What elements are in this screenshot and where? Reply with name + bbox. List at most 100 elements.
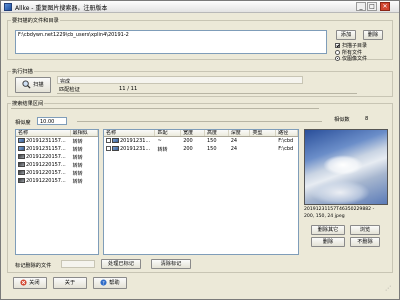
source-group-label: 要扫描的文件和目录	[11, 17, 60, 24]
scan-button[interactable]: 扫描	[15, 77, 51, 93]
row-path: F:\cbd	[278, 146, 294, 152]
col-r-name[interactable]: 名称	[104, 130, 156, 136]
row-depth: 24	[230, 146, 238, 152]
help-button[interactable]: ? 帮助	[93, 277, 127, 289]
table-row[interactable]: 20191220157... 转转	[16, 169, 98, 177]
table-row[interactable]: 20191231... ~200 150 24 F:\cbd	[104, 137, 298, 145]
scan-subdirs-label: 扫描子目录	[342, 43, 368, 49]
preview-filename: 20191231157T46350229882 -	[304, 207, 375, 212]
similarity-slider[interactable]	[77, 121, 322, 122]
col-r-match[interactable]: 匹配	[155, 130, 182, 136]
status-bar: 完成	[57, 76, 303, 84]
row-path: F:\cbd	[278, 138, 294, 144]
thumbnail-icon	[18, 146, 25, 151]
similarity-value[interactable]: 10.00	[40, 119, 54, 124]
row-match: 转转	[72, 170, 83, 177]
source-path-list[interactable]: F:\cbdywn.net1229\cb_users\xplin4\20191-…	[15, 30, 327, 54]
left-table-body: 20191231157... 转转 20191231157... 转转 20191220…	[16, 137, 98, 185]
source-path-item[interactable]: F:\cbdywn.net1229\cb_users\xplin4\20191-…	[18, 32, 129, 38]
col-name[interactable]: 名称	[16, 130, 71, 136]
delete-button[interactable]: 删除	[311, 237, 345, 247]
similarity-input[interactable]: 10.00	[37, 117, 67, 125]
scan-subdirs-option[interactable]: 扫描子目录	[335, 42, 367, 49]
row-checkbox[interactable]	[106, 138, 111, 143]
col-r-path[interactable]: 路径	[276, 130, 298, 136]
col-r-width[interactable]: 宽度	[181, 130, 205, 136]
delete-others-button[interactable]: 删除其它	[311, 225, 345, 235]
close-button[interactable]: 关闭	[13, 277, 47, 289]
app-window: Allke - 重复图片搜索器，注册版本 _ □ ✕ 要扫描的文件和目录 F:\…	[0, 0, 400, 300]
row-checkbox[interactable]	[106, 146, 111, 151]
mark-deleted-field	[61, 260, 95, 268]
thumbnail-icon	[112, 138, 119, 143]
image-files-option[interactable]: 仅图像文件	[335, 55, 367, 62]
row-height: 150	[206, 146, 217, 152]
about-button[interactable]: 关于	[53, 277, 87, 289]
duplicate-groups-table[interactable]: 名称 最相似 20191231157... 转转 20191231157... 转转 2…	[15, 129, 99, 255]
magnifier-icon	[22, 80, 32, 89]
status-text: 完成	[60, 79, 71, 84]
row-name-text: 20191220157...	[26, 170, 66, 176]
row-match: 转转	[72, 178, 83, 185]
preview-cloud	[323, 155, 363, 175]
table-row[interactable]: 20191231157... 转转	[16, 137, 98, 145]
thumbnail-icon	[18, 178, 25, 183]
clear-marks-button[interactable]: 清除标记	[151, 259, 191, 269]
similarity-label: 相似度	[15, 120, 31, 126]
delete-path-button[interactable]: 删除	[363, 30, 383, 40]
image-preview	[304, 129, 388, 205]
row-name-text: 20191220157...	[26, 154, 66, 160]
results-slider-track[interactable]	[11, 108, 319, 109]
help-button-label: 帮助	[109, 280, 120, 286]
thumbnail-icon	[18, 154, 25, 159]
row-name: 20191231157...	[16, 138, 71, 144]
col-r-depth[interactable]: 深度	[229, 130, 251, 136]
preview-info: 200, 150, 24 jpeg	[304, 214, 345, 219]
close-button-label: 关闭	[29, 280, 40, 286]
title-bar[interactable]: Allke - 重复图片搜索器，注册版本 _ □ ✕	[1, 1, 399, 13]
table-row[interactable]: 20191220157... 转转	[16, 177, 98, 185]
col-r-type[interactable]: 类型	[250, 130, 277, 136]
thumbnail-icon	[112, 146, 119, 151]
col-most-similar[interactable]: 最相似	[71, 130, 98, 136]
minimize-button[interactable]: _	[356, 2, 366, 11]
resize-grip-icon[interactable]: ⋰	[385, 285, 391, 292]
left-table-header: 名称 最相似	[16, 130, 98, 137]
row-name: 20191231157...	[16, 146, 71, 152]
row-name-text: 20191220157...	[26, 162, 66, 168]
close-icon	[20, 279, 28, 286]
row-name-text: 20191220157...	[26, 178, 66, 184]
image-files-radio[interactable]	[335, 56, 340, 61]
row-name-text: 20191231157...	[26, 138, 66, 144]
help-icon: ?	[100, 279, 108, 286]
row-height: 150	[206, 138, 217, 144]
table-row[interactable]: 20191220157... 转转	[16, 161, 98, 169]
row-name: 20191220157...	[16, 170, 71, 176]
process-marked-button[interactable]: 处理已标记	[101, 259, 141, 269]
row-name-text: 20191231...	[120, 138, 151, 144]
col-r-height[interactable]: 高度	[205, 130, 229, 136]
row-width: 200	[183, 138, 193, 144]
image-files-label: 仅图像文件	[342, 56, 368, 62]
table-row[interactable]: 20191220157... 转转	[16, 153, 98, 161]
threshold-value: 8	[365, 116, 369, 122]
scan-button-label: 扫描	[33, 82, 44, 88]
add-button[interactable]: 添加	[336, 30, 356, 40]
right-table-header: 名称 匹配 宽度 高度 深度 类型 路径	[104, 130, 298, 137]
progress-divider	[57, 93, 357, 94]
matches-table[interactable]: 名称 匹配 宽度 高度 深度 类型 路径 20191231... ~200 150 2…	[103, 129, 299, 255]
row-depth: 24	[230, 138, 238, 144]
results-group-label: 搜索结果区间	[11, 100, 45, 107]
maximize-button[interactable]: □	[367, 2, 377, 11]
row-name: 20191231...	[104, 138, 155, 144]
scan-subdirs-checkbox[interactable]	[335, 43, 340, 48]
table-row[interactable]: 20191231157... 转转	[16, 145, 98, 153]
browse-button[interactable]: 浏览	[350, 225, 380, 235]
row-name: 20191231...	[104, 146, 155, 152]
table-row[interactable]: 20191231... 转转 200 150 24 F:\cbd	[104, 145, 298, 153]
row-match: 转转	[72, 154, 83, 161]
close-window-button[interactable]: ✕	[380, 2, 390, 11]
threshold-label: 相似数	[334, 117, 350, 123]
undelete-button[interactable]: 不删除	[350, 237, 380, 247]
row-name: 20191220157...	[16, 162, 71, 168]
